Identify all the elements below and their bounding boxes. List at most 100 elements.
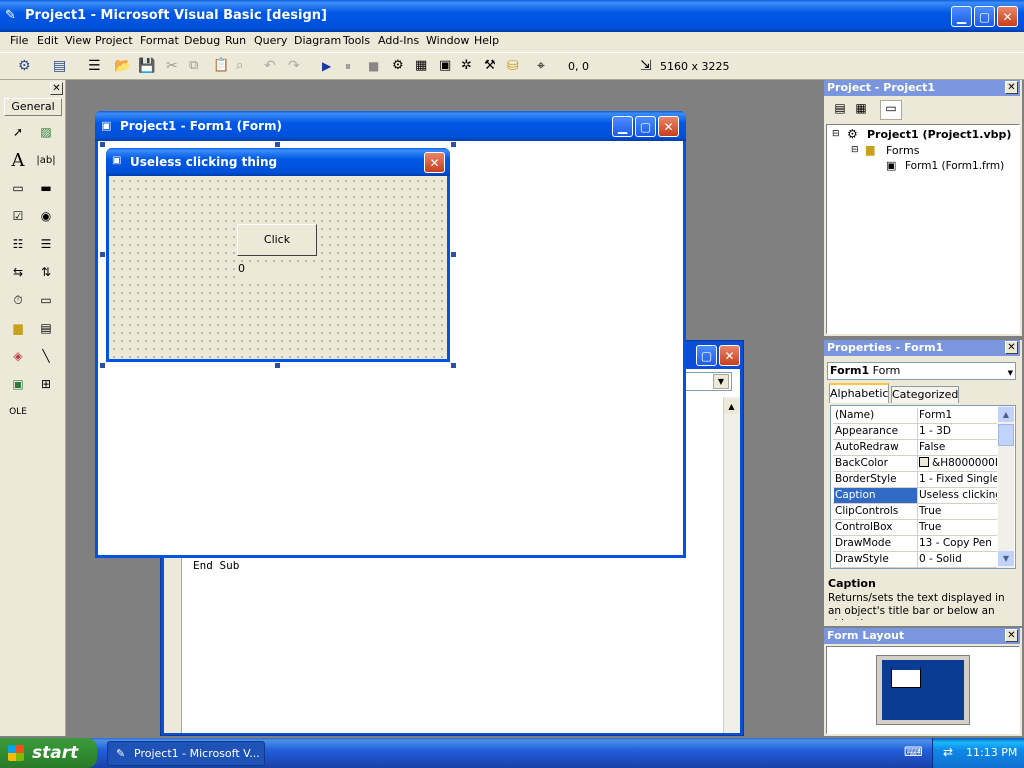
image-tool-icon[interactable]: ▣ <box>7 373 29 395</box>
menu-help[interactable]: Help <box>474 34 499 50</box>
listbox-tool-icon[interactable]: ☰ <box>35 233 57 255</box>
start-icon[interactable]: ▶ <box>322 59 338 75</box>
property-row[interactable]: DrawStyle 0 - Solid <box>833 552 997 568</box>
toolbox-tab-general[interactable]: General <box>4 98 62 116</box>
tab-alphabetic[interactable]: Alphabetic <box>829 383 889 403</box>
copy-icon[interactable]: ⧉ <box>189 58 205 74</box>
textbox-tool-icon[interactable]: |ab| <box>35 149 57 171</box>
menu-editor-icon[interactable]: ☰ <box>88 58 104 74</box>
view-code-icon[interactable]: ▤ <box>831 101 849 119</box>
form1-close-button[interactable]: ✕ <box>424 152 445 173</box>
combobox-tool-icon[interactable]: ☷ <box>7 233 29 255</box>
property-row[interactable]: Appearance 1 - 3D <box>833 424 997 440</box>
dropdown-arrow-icon[interactable]: ▼ <box>1008 365 1013 381</box>
counter-label[interactable]: 0 <box>236 262 316 284</box>
end-icon[interactable]: ■ <box>368 59 384 75</box>
scroll-down-icon[interactable]: ▼ <box>998 551 1014 566</box>
form-layout-close-button[interactable]: ✕ <box>1005 629 1018 642</box>
menu-view[interactable]: View <box>65 34 91 50</box>
designer-maximize-button[interactable]: ▢ <box>635 116 656 137</box>
network-icon[interactable]: ⇄ <box>943 745 953 759</box>
property-row[interactable]: BorderStyle 1 - Fixed Single <box>833 472 997 488</box>
tree-collapse-icon[interactable]: ⊟ <box>832 129 840 139</box>
properties-window-icon[interactable]: ▦ <box>415 58 431 74</box>
form-layout-form-preview[interactable] <box>891 666 921 688</box>
hscrollbar-tool-icon[interactable]: ⇆ <box>7 261 29 283</box>
menu-format[interactable]: Format <box>140 34 179 50</box>
project-panel-close-button[interactable]: ✕ <box>1005 81 1018 94</box>
break-icon[interactable]: ⏸ <box>345 59 361 75</box>
menu-add-ins[interactable]: Add-Ins <box>378 34 419 50</box>
resize-handle[interactable] <box>100 363 105 368</box>
resize-handle[interactable] <box>100 252 105 257</box>
data-tool-icon[interactable]: ⊞ <box>35 373 57 395</box>
form-designer-titlebar[interactable]: ▣ Project1 - Form1 (Form) ▁ ▢ ✕ <box>95 111 686 141</box>
property-row[interactable]: (Name) Form1 <box>833 408 997 424</box>
toolbox-close-button[interactable]: ✕ <box>50 82 63 95</box>
project-panel-titlebar[interactable]: Project - Project1 ✕ <box>824 80 1020 96</box>
close-button[interactable]: ✕ <box>997 6 1018 27</box>
start-button[interactable]: start <box>0 738 97 768</box>
property-row[interactable]: ControlBox True <box>833 520 997 536</box>
property-row[interactable]: BackColor &H8000000F <box>833 456 997 472</box>
properties-panel-titlebar[interactable]: Properties - Form1 ✕ <box>824 340 1020 356</box>
cut-icon[interactable]: ✂ <box>166 58 182 74</box>
toggle-folders-icon[interactable]: ▭ <box>880 100 902 120</box>
minimize-button[interactable]: ▁ <box>951 6 972 27</box>
form-layout-icon[interactable]: ▣ <box>439 58 455 74</box>
property-row-selected[interactable]: CaptionUseless clicking t <box>833 488 997 504</box>
paste-icon[interactable]: 📋 <box>213 58 229 74</box>
undo-icon[interactable]: ↶ <box>264 58 280 74</box>
tree-forms-folder[interactable]: Forms <box>886 144 919 157</box>
form-layout-titlebar[interactable]: Form Layout ✕ <box>824 628 1020 644</box>
resize-handle[interactable] <box>451 142 456 147</box>
menu-file[interactable]: File <box>10 34 28 50</box>
filelistbox-tool-icon[interactable]: ▤ <box>35 317 57 339</box>
scroll-up-icon[interactable]: ▲ <box>724 399 739 414</box>
code-text[interactable]: End Sub <box>193 559 239 572</box>
scroll-up-icon[interactable]: ▲ <box>998 407 1014 422</box>
menu-edit[interactable]: Edit <box>37 34 58 50</box>
code-close-button[interactable]: ✕ <box>719 345 740 366</box>
tree-form1-item[interactable]: Form1 (Form1.frm) <box>905 160 1004 172</box>
menu-tools[interactable]: Tools <box>343 34 370 50</box>
menu-project[interactable]: Project <box>95 34 133 50</box>
resize-handle[interactable] <box>451 252 456 257</box>
resize-handle[interactable] <box>100 142 105 147</box>
tree-project-root[interactable]: Project1 (Project1.vbp) <box>867 128 1011 141</box>
code-maximize-button[interactable]: ▢ <box>696 345 717 366</box>
view-object-icon[interactable]: ▦ <box>852 101 870 119</box>
optionbutton-tool-icon[interactable]: ◉ <box>35 205 57 227</box>
dirlistbox-tool-icon[interactable]: ▆ <box>7 317 29 339</box>
property-row[interactable]: ClipControls True <box>833 504 997 520</box>
tab-categorized[interactable]: Categorized <box>891 386 959 403</box>
maximize-button[interactable]: ▢ <box>974 6 995 27</box>
shape-tool-icon[interactable]: ◈ <box>7 345 29 367</box>
click-button[interactable]: Click <box>237 224 317 256</box>
resize-handle[interactable] <box>275 363 280 368</box>
find-icon[interactable]: ⌕ <box>236 58 252 74</box>
object-browser-icon[interactable]: ✲ <box>461 58 477 74</box>
menu-query[interactable]: Query <box>254 34 287 50</box>
ole-tool-icon[interactable]: OLE <box>7 401 29 423</box>
toolbox-icon[interactable]: ⚒ <box>484 58 500 74</box>
resize-handle[interactable] <box>451 363 456 368</box>
menu-debug[interactable]: Debug <box>184 34 220 50</box>
vscrollbar-tool-icon[interactable]: ⇅ <box>35 261 57 283</box>
commandbutton-tool-icon[interactable]: ▬ <box>35 177 57 199</box>
form1[interactable]: ▣ Useless clicking thing ✕ Click 0 <box>106 148 450 362</box>
dropdown-arrow-icon[interactable]: ▼ <box>713 374 729 389</box>
add-project-icon[interactable]: ⚙ <box>18 58 34 74</box>
timer-tool-icon[interactable]: ⏱ <box>7 289 29 311</box>
properties-panel-close-button[interactable]: ✕ <box>1005 341 1018 354</box>
save-project-icon[interactable]: 💾 <box>138 58 155 74</box>
line-tool-icon[interactable]: ╲ <box>35 345 57 367</box>
drivelistbox-tool-icon[interactable]: ▭ <box>35 289 57 311</box>
menu-run[interactable]: Run <box>225 34 246 50</box>
menu-diagram[interactable]: Diagram <box>294 34 341 50</box>
keyboard-icon[interactable]: ⌨ <box>904 745 923 760</box>
menu-window[interactable]: Window <box>426 34 469 50</box>
picturebox-tool-icon[interactable]: ▨ <box>35 121 57 143</box>
data-view-icon[interactable]: ⛁ <box>507 58 523 74</box>
designer-minimize-button[interactable]: ▁ <box>612 116 633 137</box>
